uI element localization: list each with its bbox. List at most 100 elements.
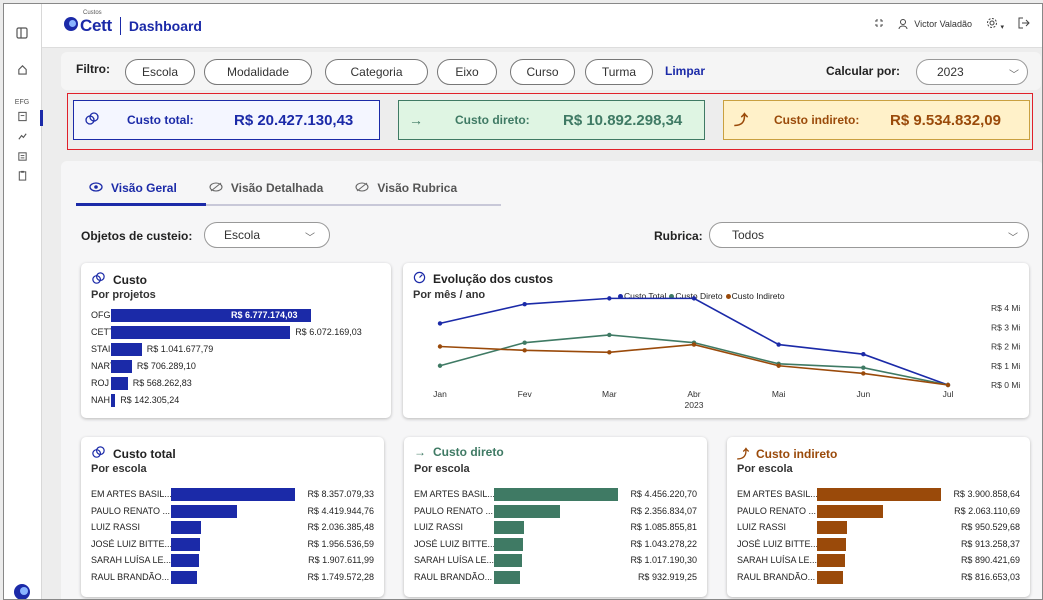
series-point[interactable] xyxy=(861,365,866,370)
bar-value-label: R$ 568.262,83 xyxy=(132,378,192,388)
bar[interactable] xyxy=(111,343,142,356)
bar-row: PAULO RENATO ... R$ 2.356.834,07 xyxy=(404,504,707,518)
series-point[interactable] xyxy=(776,342,781,347)
eye-icon xyxy=(89,181,103,195)
bar-row: EM ARTES BASIL... R$ 4.456.220,70 xyxy=(404,488,707,501)
tab-visao-detalhada[interactable]: Visão Detalhada xyxy=(209,181,323,195)
series-point[interactable] xyxy=(776,363,781,368)
bar-value-label: R$ 2.356.834,07 xyxy=(630,505,697,516)
card-title-text: Custo direto xyxy=(433,445,504,459)
bar-row: NAH R$ 142.305,24 xyxy=(81,394,391,407)
clear-filters-link[interactable]: Limpar xyxy=(665,64,705,78)
panel-toggle-icon[interactable] xyxy=(14,27,30,41)
settings-menu[interactable]: ▾ xyxy=(986,17,1004,31)
home-icon[interactable] xyxy=(14,64,30,78)
ofg-label[interactable]: EFG xyxy=(14,96,30,110)
chart-icon[interactable] xyxy=(14,131,30,145)
year-select[interactable]: 2023 ﹀ xyxy=(916,59,1028,85)
bar[interactable] xyxy=(171,537,201,551)
bar[interactable] xyxy=(494,537,524,551)
bar[interactable] xyxy=(817,537,847,551)
kpi-indireto-label: Custo indireto: xyxy=(774,113,860,127)
series-point[interactable] xyxy=(522,301,527,307)
bar[interactable] xyxy=(494,521,525,534)
bar[interactable] xyxy=(171,504,237,518)
bar-row: EM ARTES BASIL... R$ 8.357.079,33 xyxy=(81,488,384,501)
card-title-text: Custo total xyxy=(113,447,176,461)
eye-off-icon xyxy=(355,181,369,195)
bar-row: PAULO RENATO ... R$ 2.063.110,69 xyxy=(727,504,1030,518)
bar-row: PAULO RENATO ... R$ 4.419.944,76 xyxy=(81,504,384,518)
filter-modalidade[interactable]: Modalidade xyxy=(204,59,312,85)
bar-row: SARAH LUÍSA LE... R$ 890.421,69 xyxy=(727,554,1030,567)
bar[interactable] xyxy=(817,521,848,534)
bar-category-label: NAH xyxy=(91,395,111,405)
series-point[interactable] xyxy=(691,342,697,347)
series-point[interactable] xyxy=(522,340,527,345)
chevron-down-icon: ﹀ xyxy=(1008,233,1018,244)
tab-visao-rubrica[interactable]: Visão Rubrica xyxy=(355,181,457,195)
bar[interactable] xyxy=(171,554,200,567)
bar[interactable] xyxy=(817,554,846,567)
bar[interactable] xyxy=(494,554,523,567)
bar[interactable] xyxy=(111,377,128,390)
logo-text: Cett xyxy=(80,16,112,35)
coins-icon xyxy=(91,445,106,463)
series-point[interactable] xyxy=(437,321,443,326)
series-point[interactable] xyxy=(691,296,697,301)
series-point[interactable] xyxy=(945,382,951,388)
bar[interactable] xyxy=(171,570,197,584)
fullscreen-icon[interactable] xyxy=(874,18,884,30)
page-title: Dashboard xyxy=(128,18,202,34)
bar[interactable] xyxy=(171,488,295,501)
bar-value-label: R$ 706.289,10 xyxy=(136,361,196,371)
bar-value-label: R$ 8.357.079,33 xyxy=(307,489,374,499)
series-point[interactable] xyxy=(607,332,612,338)
logout-icon[interactable] xyxy=(1018,17,1030,31)
rubrica-value: Todos xyxy=(732,228,765,242)
tab-visao-geral[interactable]: Visão Geral xyxy=(89,181,177,195)
bar[interactable] xyxy=(817,488,941,501)
list-icon[interactable] xyxy=(14,151,30,165)
filter-bar: Filtro: Escola Modalidade Categoria Eixo… xyxy=(61,52,1041,90)
bar[interactable] xyxy=(494,504,560,518)
bar[interactable] xyxy=(171,521,202,534)
series-point[interactable] xyxy=(437,344,443,349)
kpi-indireto-value: R$ 9.534.832,09 xyxy=(890,111,1001,129)
series-point[interactable] xyxy=(861,352,866,357)
filter-turma[interactable]: Turma xyxy=(585,59,653,85)
kpi-total-value: R$ 20.427.130,43 xyxy=(234,111,354,129)
bar-value-label: R$ 6.777.174,03 xyxy=(231,310,298,320)
series-point[interactable] xyxy=(437,363,443,368)
series-point[interactable] xyxy=(607,350,612,355)
objects-select[interactable]: Escola ﹀ xyxy=(204,222,330,248)
bar[interactable] xyxy=(817,570,843,584)
series-point[interactable] xyxy=(607,296,612,301)
user-menu[interactable]: Victor Valadão xyxy=(898,18,972,30)
bar-row: RAUL BRANDÃO... R$ 1.749.572,28 xyxy=(81,570,384,584)
kpi-direto-value: R$ 10.892.298,34 xyxy=(563,111,683,129)
bar-row: JOSÉ LUIZ BITTE... R$ 1.956.536,59 xyxy=(81,537,384,551)
chevron-down-icon: ▾ xyxy=(1000,24,1004,31)
filter-escola[interactable]: Escola xyxy=(125,59,195,85)
clipboard-icon[interactable] xyxy=(14,170,30,184)
rubrica-select[interactable]: Todos ﹀ xyxy=(709,222,1029,248)
bar[interactable] xyxy=(494,488,618,501)
app-logo[interactable]: Custos Cett Dashboard xyxy=(64,10,202,36)
kpi-total-label: Custo total: xyxy=(127,113,194,127)
filter-eixo[interactable]: Eixo xyxy=(437,59,497,85)
filter-categoria[interactable]: Categoria xyxy=(325,59,428,85)
bar[interactable] xyxy=(111,360,132,373)
card-evolucao: Evolução dos custos Por mês / ano Custo … xyxy=(403,263,1029,418)
document-icon[interactable] xyxy=(14,111,30,125)
bar-value-label: R$ 6.072.169,03 xyxy=(295,327,362,337)
series-point[interactable] xyxy=(522,348,527,353)
filter-curso[interactable]: Curso xyxy=(510,59,575,85)
bar[interactable] xyxy=(494,570,520,584)
bar[interactable] xyxy=(111,326,291,339)
bar[interactable] xyxy=(817,504,883,518)
series-point[interactable] xyxy=(861,371,866,376)
chevron-down-icon: ﹀ xyxy=(1009,70,1019,81)
card-title: ⤴ Custo indireto xyxy=(737,445,837,462)
bar[interactable] xyxy=(111,394,116,407)
